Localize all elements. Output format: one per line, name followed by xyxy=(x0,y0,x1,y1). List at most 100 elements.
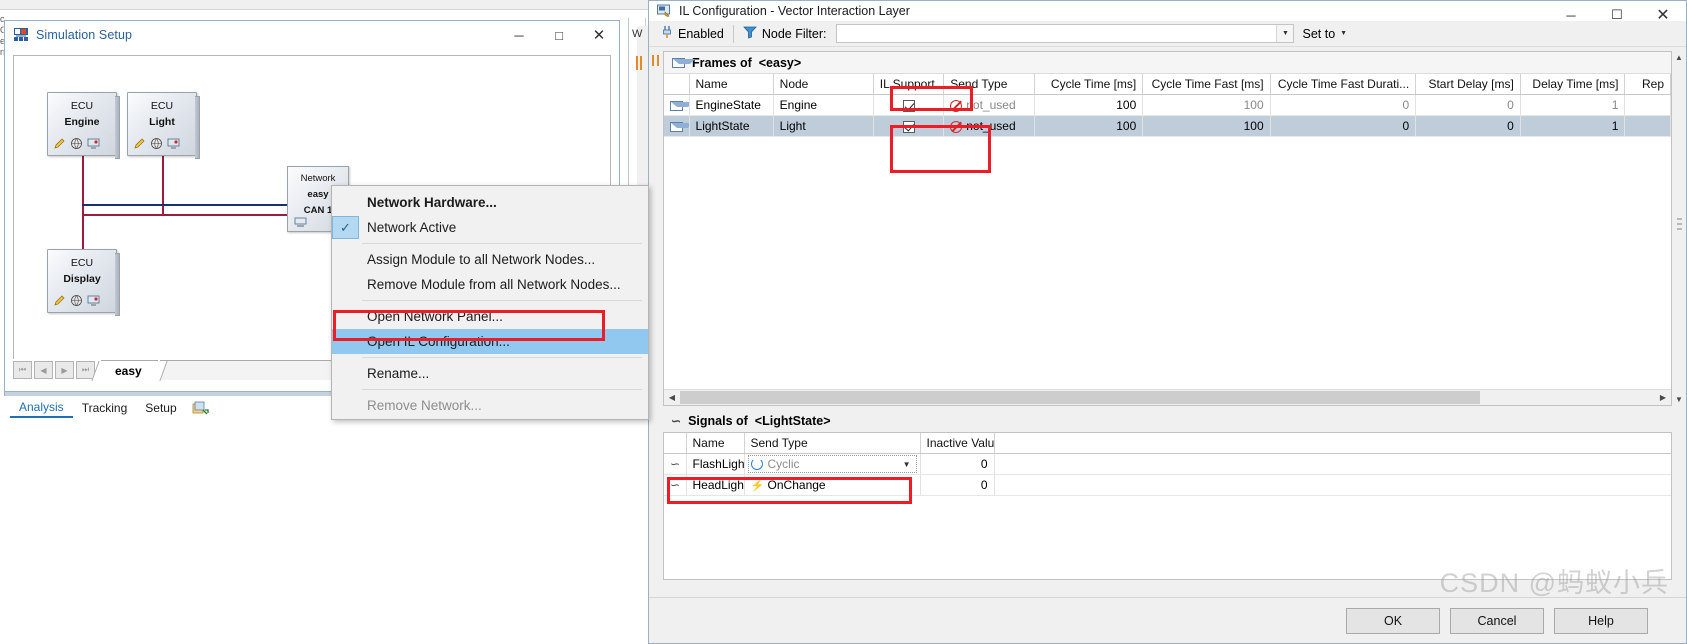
nav-next-button[interactable]: ▶ xyxy=(55,361,74,379)
monitor-icon[interactable] xyxy=(167,137,180,150)
sim-minimize-button[interactable]: ─ xyxy=(499,21,539,49)
pencil-icon[interactable] xyxy=(53,294,66,307)
pencil-icon[interactable] xyxy=(133,137,146,150)
ecu-node-engine[interactable]: ECU Engine xyxy=(47,92,120,159)
scroll-up-icon[interactable]: ▲ xyxy=(1675,51,1683,64)
frames-col-cycle-time-fast[interactable]: Cycle Time Fast [ms] xyxy=(1142,74,1271,95)
chevron-down-icon[interactable]: ▼ xyxy=(1276,25,1294,42)
cell-start-delay[interactable]: 0 xyxy=(1415,94,1521,116)
cell-send-type[interactable]: ⚡ OnChange xyxy=(744,474,921,496)
scroll-grip-icon[interactable] xyxy=(1676,217,1682,240)
menu-item-open-network-panel[interactable]: Open Network Panel... xyxy=(332,304,648,329)
cell-inactive-value[interactable]: 0 xyxy=(920,453,995,475)
cell-start-delay[interactable]: 0 xyxy=(1415,115,1521,137)
frames-col-send-type[interactable]: Send Type xyxy=(943,74,1036,95)
frames-col-name[interactable]: Name xyxy=(689,74,774,95)
cell-rep[interactable] xyxy=(1624,94,1671,116)
table-row[interactable]: EngineState Engine not_used 100 100 0 0 xyxy=(664,94,1671,116)
signals-grid-viewport[interactable]: Name Send Type Inactive Value ∽ FlashLig… xyxy=(663,432,1672,580)
frames-col-cycle-time[interactable]: Cycle Time [ms] xyxy=(1034,74,1144,95)
cell-delay-time[interactable]: 1 xyxy=(1520,94,1626,116)
cell-cycle-time[interactable]: 100 xyxy=(1034,94,1144,116)
monitor-icon[interactable] xyxy=(87,137,100,150)
signals-col-inactive-value[interactable]: Inactive Value xyxy=(920,433,995,454)
menu-item-open-il-configuration[interactable]: Open IL Configuration... xyxy=(332,329,648,354)
enabled-toggle[interactable]: Enabled xyxy=(655,23,730,45)
add-tab-icon[interactable] xyxy=(192,401,209,416)
frames-hscroll-track[interactable] xyxy=(680,390,1655,405)
frames-grid-viewport[interactable]: Name Node IL Support Send Type Cycle Tim… xyxy=(664,74,1671,389)
send-type-combobox[interactable]: Cyclic ▼ xyxy=(747,455,917,473)
monitor-icon[interactable] xyxy=(87,294,100,307)
sim-maximize-button[interactable]: □ xyxy=(539,21,579,49)
scroll-right-icon[interactable]: ▶ xyxy=(1655,390,1671,405)
menu-item-remove-module-all-nodes[interactable]: Remove Module from all Network Nodes... xyxy=(332,272,648,297)
orange-grip-icon[interactable] xyxy=(652,55,659,66)
il-configuration-titlebar[interactable]: IL Configuration - Vector Interaction La… xyxy=(649,1,1686,24)
frames-table[interactable]: Name Node IL Support Send Type Cycle Tim… xyxy=(664,74,1671,137)
cell-delay-time[interactable]: 1 xyxy=(1520,115,1626,137)
cell-cycle-time-fast[interactable]: 100 xyxy=(1142,115,1271,137)
frames-col-node[interactable]: Node xyxy=(773,74,874,95)
frames-hscroll-thumb[interactable] xyxy=(680,391,1480,404)
il-minimize-button[interactable]: ─ xyxy=(1548,1,1594,29)
pencil-icon[interactable] xyxy=(53,137,66,150)
cell-il-support[interactable] xyxy=(873,115,945,137)
network-context-menu[interactable]: Network Hardware... ✓ Network Active Ass… xyxy=(331,185,649,420)
scroll-down-icon[interactable]: ▼ xyxy=(1675,393,1683,406)
frames-horizontal-scrollbar[interactable]: ◀ ▶ xyxy=(664,389,1671,405)
tab-analysis[interactable]: Analysis xyxy=(10,398,73,418)
signals-col-send-type[interactable]: Send Type xyxy=(744,433,921,454)
cancel-button[interactable]: Cancel xyxy=(1450,607,1544,634)
table-row[interactable]: LightState Light not_used 100 100 0 0 1 xyxy=(664,115,1671,137)
sim-close-button[interactable]: ✕ xyxy=(579,21,619,49)
cell-cycle-time[interactable]: 100 xyxy=(1034,115,1144,137)
network-globe-icon[interactable] xyxy=(70,294,83,307)
cell-inactive-value[interactable]: 0 xyxy=(920,474,995,496)
cell-cycle-time-fast-duration[interactable]: 0 xyxy=(1270,94,1417,116)
scroll-left-icon[interactable]: ◀ xyxy=(664,390,680,405)
checkbox-checked-icon[interactable] xyxy=(902,99,915,112)
sheet-tab-easy[interactable]: easy xyxy=(101,360,158,380)
il-right-scroll-rail[interactable]: ▲ ▼ xyxy=(1672,51,1686,406)
cell-send-type[interactable]: Cyclic ▼ xyxy=(744,453,921,475)
cell-il-support[interactable] xyxy=(873,94,945,116)
ok-button[interactable]: OK xyxy=(1346,607,1440,634)
il-maximize-button[interactable]: ☐ xyxy=(1594,1,1640,29)
tab-setup[interactable]: Setup xyxy=(136,399,185,417)
node-filter-input[interactable]: ▼ xyxy=(836,24,1295,43)
menu-item-rename[interactable]: Rename... xyxy=(332,361,648,386)
menu-item-network-hardware[interactable]: Network Hardware... xyxy=(332,190,648,215)
nav-prev-button[interactable]: ◀ xyxy=(34,361,53,379)
ecu-node-display[interactable]: ECU Display xyxy=(47,249,120,316)
set-to-button[interactable]: Set to ▼ xyxy=(1294,27,1355,41)
help-button[interactable]: Help xyxy=(1554,607,1648,634)
network-globe-icon[interactable] xyxy=(70,137,83,150)
simulation-setup-titlebar[interactable]: Simulation Setup ─ □ ✕ xyxy=(5,21,619,49)
il-close-button[interactable]: ✕ xyxy=(1640,1,1686,29)
checkbox-checked-icon[interactable] xyxy=(902,120,915,133)
frames-col-cycle-time-fast-duration[interactable]: Cycle Time Fast Durati... xyxy=(1270,74,1417,95)
cell-send-type[interactable]: not_used xyxy=(943,94,1036,116)
frames-col-il-support[interactable]: IL Support xyxy=(873,74,945,95)
signals-table[interactable]: Name Send Type Inactive Value ∽ FlashLig… xyxy=(664,433,1671,496)
menu-item-assign-module-all-nodes[interactable]: Assign Module to all Network Nodes... xyxy=(332,247,648,272)
frames-col-rep[interactable]: Rep xyxy=(1624,74,1671,95)
chevron-down-icon[interactable]: ▼ xyxy=(903,460,914,469)
frames-col-delay-time[interactable]: Delay Time [ms] xyxy=(1520,74,1626,95)
signals-col-name[interactable]: Name xyxy=(686,433,745,454)
frames-col-start-delay[interactable]: Start Delay [ms] xyxy=(1415,74,1521,95)
network-globe-icon[interactable] xyxy=(150,137,163,150)
ecu-node-light[interactable]: ECU Light xyxy=(127,92,200,159)
cell-send-type[interactable]: not_used xyxy=(943,115,1036,137)
nav-first-button[interactable]: ⏮ xyxy=(13,361,32,379)
network-hardware-icon[interactable] xyxy=(294,215,307,228)
menu-item-label: Assign Module to all Network Nodes... xyxy=(367,252,596,267)
table-row[interactable]: ∽ HeadLight ⚡ OnChange 0 xyxy=(664,474,1671,496)
cell-cycle-time-fast-duration[interactable]: 0 xyxy=(1270,115,1417,137)
cell-rep[interactable] xyxy=(1624,115,1671,137)
tab-tracking[interactable]: Tracking xyxy=(73,399,137,417)
menu-item-network-active[interactable]: ✓ Network Active xyxy=(332,215,648,240)
table-row[interactable]: ∽ FlashLight Cyclic ▼ 0 xyxy=(664,453,1671,475)
cell-cycle-time-fast[interactable]: 100 xyxy=(1142,94,1271,116)
